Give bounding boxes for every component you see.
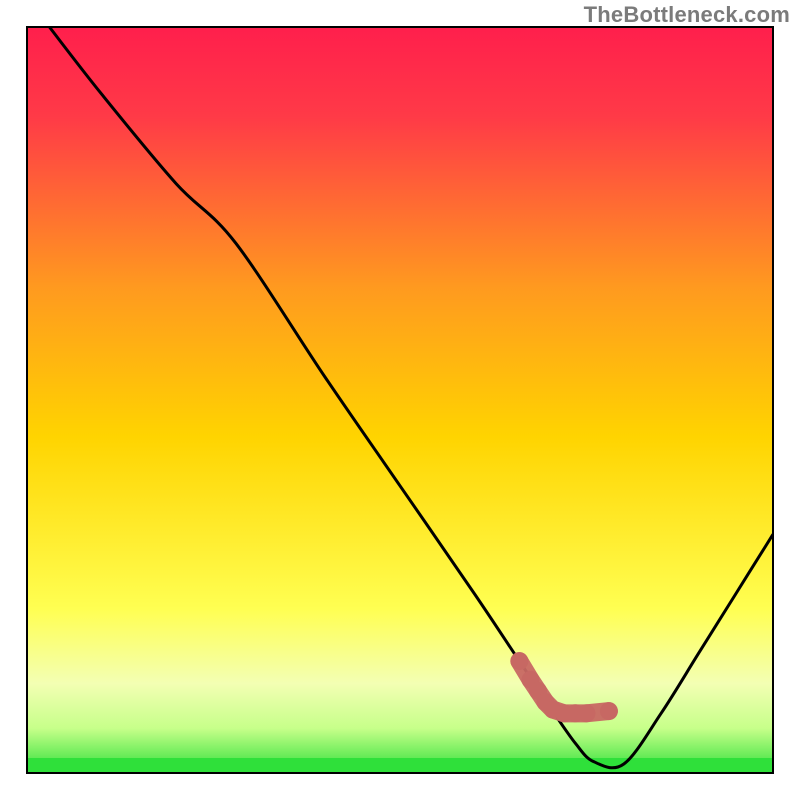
highlight-dot — [578, 704, 596, 722]
green-baseline-band — [27, 758, 773, 773]
chart-container: { "watermark": "TheBottleneck.com", "col… — [0, 0, 800, 800]
bottleneck-chart — [0, 0, 800, 800]
highlight-dot — [600, 702, 618, 720]
highlight-dot — [510, 652, 528, 670]
